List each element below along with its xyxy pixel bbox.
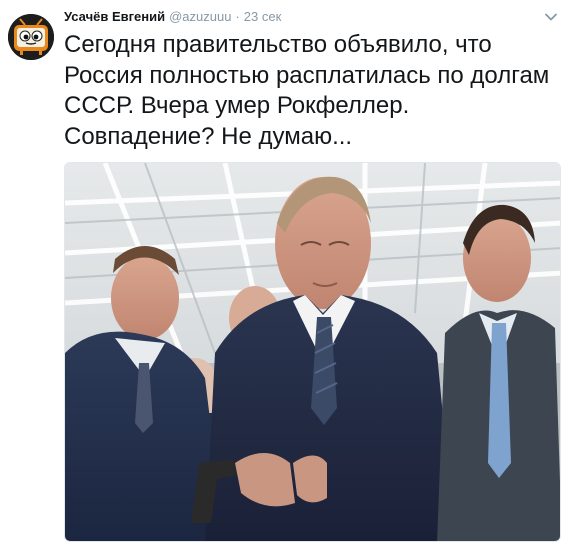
tweet-photo[interactable] bbox=[64, 162, 561, 542]
photo-men-in-factory bbox=[65, 163, 560, 541]
tweet-card: Усачёв Евгений @azuzuuu · 23 сек Сегодня… bbox=[0, 0, 570, 551]
tv-character-icon bbox=[8, 14, 54, 60]
tweet-menu-button[interactable] bbox=[544, 10, 558, 24]
chevron-down-icon bbox=[545, 13, 557, 21]
tweet-text: Сегодня правительство объявило, что Росс… bbox=[64, 31, 550, 150]
display-name[interactable]: Усачёв Евгений bbox=[64, 8, 165, 26]
separator-dot: · bbox=[235, 9, 240, 24]
user-avatar[interactable] bbox=[8, 14, 54, 60]
user-handle[interactable]: @azuzuuu bbox=[169, 8, 231, 26]
tweet-header: Усачёв Евгений @azuzuuu · 23 сек bbox=[64, 8, 540, 26]
tweet-timestamp[interactable]: 23 сек bbox=[244, 8, 282, 26]
